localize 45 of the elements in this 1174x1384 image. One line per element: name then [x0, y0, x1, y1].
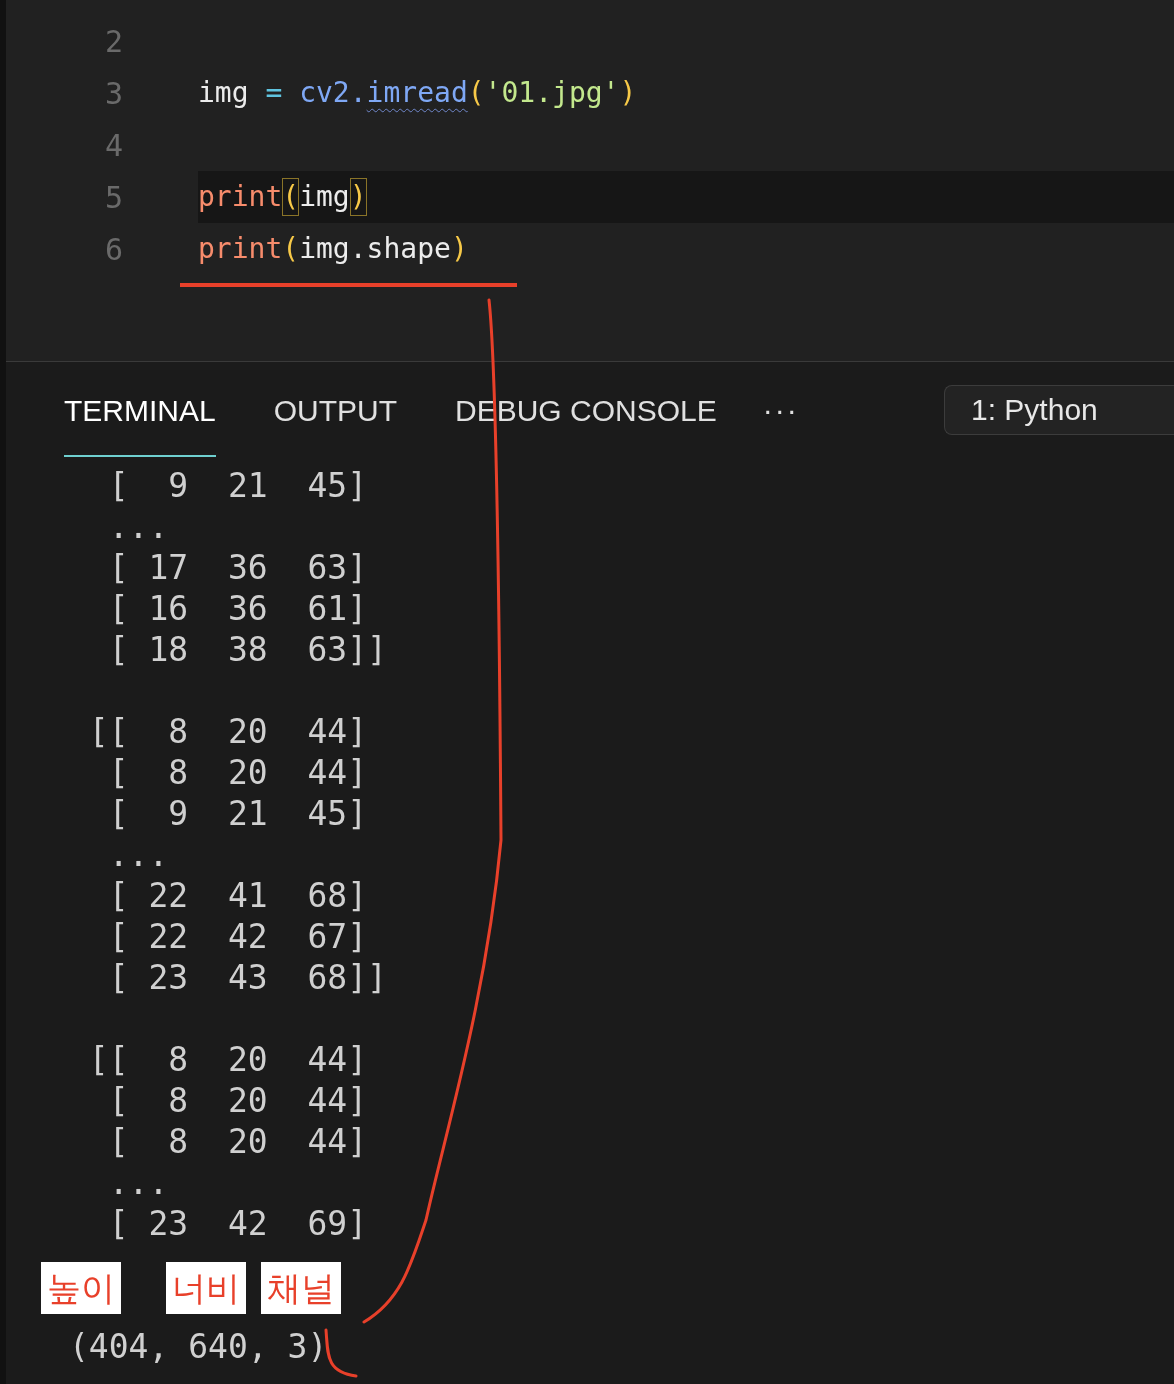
terminal-select[interactable]: 1: Python [944, 384, 1174, 435]
bracket: ) [349, 178, 367, 216]
terminal-line: [ 23 42 69] [107, 1204, 367, 1243]
terminal-line: [ 22 42 67] [107, 917, 367, 956]
code-token: '01.jpg' [484, 75, 620, 111]
terminal-line: [ 18 38 63]] [107, 630, 387, 669]
terminal-line: [ 9 21 45] [107, 466, 367, 505]
terminal-line: [ 22 41 68] [107, 876, 367, 915]
line-number: 2 [103, 22, 123, 61]
code-token: = [264, 75, 283, 111]
terminal-line: [ 8 20 44] [107, 1081, 367, 1120]
annotation-label: 채널 [261, 1262, 341, 1314]
terminal-line: [[ 8 20 44] [87, 712, 367, 751]
panel-tab[interactable]: TERMINAL [64, 362, 216, 457]
code-token: img [299, 179, 350, 215]
terminal-line: [ 8 20 44] [107, 753, 367, 792]
terminal-line: [ 16 36 61] [107, 589, 367, 628]
terminal-line: [ 8 20 44] [107, 1122, 367, 1161]
code-token: img [198, 75, 249, 111]
panel-tab[interactable]: OUTPUT [273, 362, 397, 457]
terminal-line: [ 9 21 45] [107, 794, 367, 833]
code-token: cv2. [298, 75, 367, 111]
more-button[interactable]: ··· [762, 387, 799, 432]
bracket: ( [282, 231, 300, 267]
code-token: imread [366, 75, 468, 111]
terminal-line: ... [107, 507, 169, 546]
terminal-line: ... [107, 835, 169, 874]
code-token: img.shape [299, 231, 451, 267]
line-number: 3 [103, 74, 123, 113]
terminal-line: (404, 640, 3) [69, 1327, 328, 1366]
annotation-label: 높이 [41, 1262, 121, 1314]
terminal-line: ... [107, 1163, 169, 1202]
line-number: 6 [103, 230, 123, 269]
line-number: 5 [103, 178, 123, 217]
annotation-label: 너비 [166, 1262, 246, 1314]
terminal-line: [ 23 43 68]] [107, 958, 387, 997]
terminal-line: [ 17 36 63] [107, 548, 367, 587]
line-number: 4 [103, 126, 123, 165]
bracket: ) [450, 231, 468, 267]
bracket: ( [282, 178, 300, 216]
bracket: ) [619, 75, 637, 111]
code-token: print [198, 179, 283, 215]
terminal-line: [[ 8 20 44] [87, 1040, 367, 1079]
code-token: print [198, 231, 283, 267]
bracket: ( [467, 75, 485, 111]
